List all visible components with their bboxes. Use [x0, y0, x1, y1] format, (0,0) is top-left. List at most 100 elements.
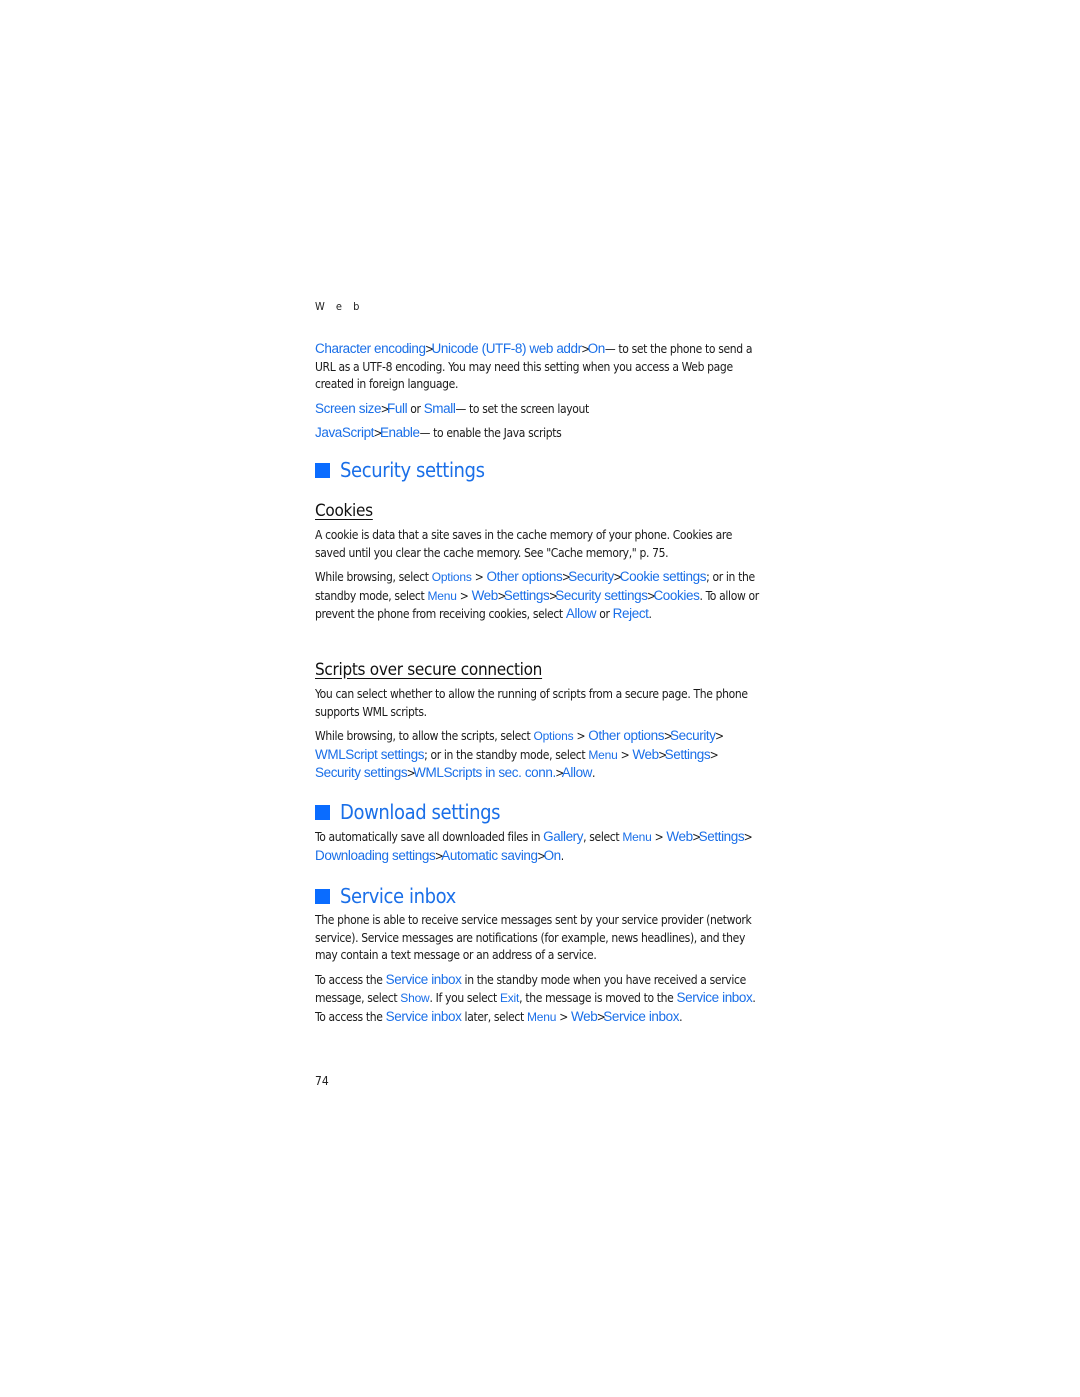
ui-term: Gallery: [543, 829, 584, 844]
ui-term: Cookies: [653, 587, 700, 603]
heading-text: Download settings: [340, 800, 501, 824]
menu-separator: >: [497, 588, 506, 603]
text-run: .: [679, 1009, 683, 1024]
ui-term: On: [543, 847, 562, 863]
ui-term: Unicode (UTF-8) web addr: [431, 341, 583, 356]
softkey-term: Options: [431, 570, 472, 584]
ui-term: Service inbox: [603, 1008, 680, 1024]
text-run: later, select: [461, 1009, 527, 1024]
ui-term: Service inbox: [385, 1008, 462, 1024]
menu-separator: >: [435, 848, 444, 863]
ui-term: Service inbox: [676, 990, 753, 1005]
text-run: ; or in the standby mode, select: [424, 747, 589, 762]
ui-term: Settings: [698, 829, 745, 844]
menu-separator: >: [715, 729, 725, 743]
subsection-scripts: Scripts over secure connection You can s…: [315, 660, 760, 783]
ui-term: JavaScript: [315, 425, 375, 440]
text-run: While browsing, to allow the scripts, se…: [315, 729, 534, 743]
softkey-term: Menu: [427, 588, 457, 603]
ui-term: Small: [423, 400, 456, 416]
menu-separator: >: [647, 588, 656, 603]
setting-item-javascript: JavaScript > Enable— to enable the Java …: [315, 424, 760, 443]
ui-term: Security: [568, 569, 614, 584]
section-security-settings: Security settings: [315, 458, 760, 482]
section-download-settings: Download settings To automatically save …: [315, 800, 760, 865]
ui-term: Automatic saving: [441, 847, 538, 863]
menu-separator: >: [381, 401, 390, 416]
text-run: >: [573, 729, 589, 743]
text-run: , select: [583, 830, 623, 844]
heading-square-icon: [315, 804, 330, 820]
ui-term: Other options: [486, 569, 563, 584]
cookies-intro: A cookie is data that a site saves in th…: [315, 528, 733, 560]
subsection-heading: Cookies: [315, 501, 373, 521]
heading-square-icon: [315, 462, 330, 478]
text-run: To access the: [315, 972, 386, 987]
text-run: , the message is moved to the: [519, 991, 677, 1005]
section-heading: Service inbox: [315, 884, 760, 908]
ui-term: Web: [471, 587, 499, 603]
text-run: >: [456, 588, 472, 603]
softkey-term: Show: [400, 991, 430, 1005]
ui-term: Web: [632, 746, 659, 762]
menu-separator: >: [555, 766, 564, 780]
heading-text: Service inbox: [340, 884, 456, 908]
section-heading: Security settings: [315, 458, 760, 482]
ui-term: Downloading settings: [315, 847, 436, 863]
cookies-instructions: While browsing, select Options > Other o…: [315, 568, 760, 624]
menu-separator: >: [744, 830, 754, 844]
text-run: >: [471, 570, 487, 584]
softkey-term: Menu: [588, 747, 618, 762]
scripts-intro: You can select whether to allow the runn…: [315, 687, 748, 719]
settings-list: Character encoding > Unicode (UTF-8) web…: [315, 340, 760, 443]
menu-separator: >: [658, 747, 667, 762]
scripts-instructions: While browsing, to allow the scripts, se…: [315, 727, 760, 783]
text-run: or: [596, 607, 613, 621]
menu-separator: >: [692, 830, 701, 844]
text-run: . If you select: [429, 991, 500, 1005]
menu-separator: >: [407, 766, 416, 780]
subsection-heading: Scripts over secure connection: [315, 660, 543, 680]
subsection-cookies: Cookies A cookie is data that a site sav…: [315, 501, 760, 624]
download-instructions: To automatically save all downloaded fil…: [315, 828, 760, 865]
menu-separator: >: [597, 1009, 606, 1024]
ui-term: Allow: [565, 606, 597, 621]
softkey-term: Options: [533, 729, 574, 743]
ui-term: Web: [666, 829, 693, 844]
setting-item-screen-size: Screen size > Full or Small— to set the …: [315, 400, 760, 419]
text-run: >: [651, 830, 667, 844]
ui-term: Security settings: [315, 765, 408, 780]
page-number: 74: [315, 1074, 329, 1088]
service-inbox-intro: The phone is able to receive service mes…: [315, 913, 752, 962]
menu-separator: >: [425, 342, 434, 356]
text-run: — to enable the Java scripts: [419, 426, 562, 440]
ui-term: On: [587, 341, 606, 356]
ui-term: Screen size: [315, 400, 382, 416]
softkey-term: Menu: [526, 1009, 557, 1024]
text-run: >: [617, 747, 633, 762]
ui-term: Full: [387, 400, 408, 416]
ui-term: Service inbox: [385, 971, 462, 987]
text-run: >: [556, 1009, 572, 1024]
text-run: or: [407, 401, 424, 416]
menu-separator: >: [664, 729, 673, 743]
menu-separator: >: [373, 426, 382, 440]
text-run: .: [648, 607, 652, 621]
softkey-term: Menu: [622, 830, 652, 844]
ui-term: Reject: [612, 606, 649, 621]
ui-term: WMLScript settings: [315, 746, 425, 762]
softkey-term: Exit: [499, 991, 520, 1005]
menu-separator: >: [581, 342, 590, 356]
text-run: While browsing, select: [315, 570, 432, 584]
setting-item-character-encoding: Character encoding > Unicode (UTF-8) web…: [315, 340, 760, 394]
ui-term: Settings: [664, 746, 711, 762]
text-run: To automatically save all downloaded fil…: [315, 830, 544, 844]
text-run: .: [592, 766, 596, 780]
service-inbox-instructions: To access the Service inbox in the stand…: [315, 971, 760, 1027]
ui-term: Web: [571, 1008, 598, 1024]
ui-term: Other options: [588, 728, 665, 743]
heading-square-icon: [315, 888, 330, 904]
ui-term: Allow: [561, 765, 593, 780]
ui-term: Settings: [503, 587, 550, 603]
running-head: W e b: [315, 300, 364, 313]
